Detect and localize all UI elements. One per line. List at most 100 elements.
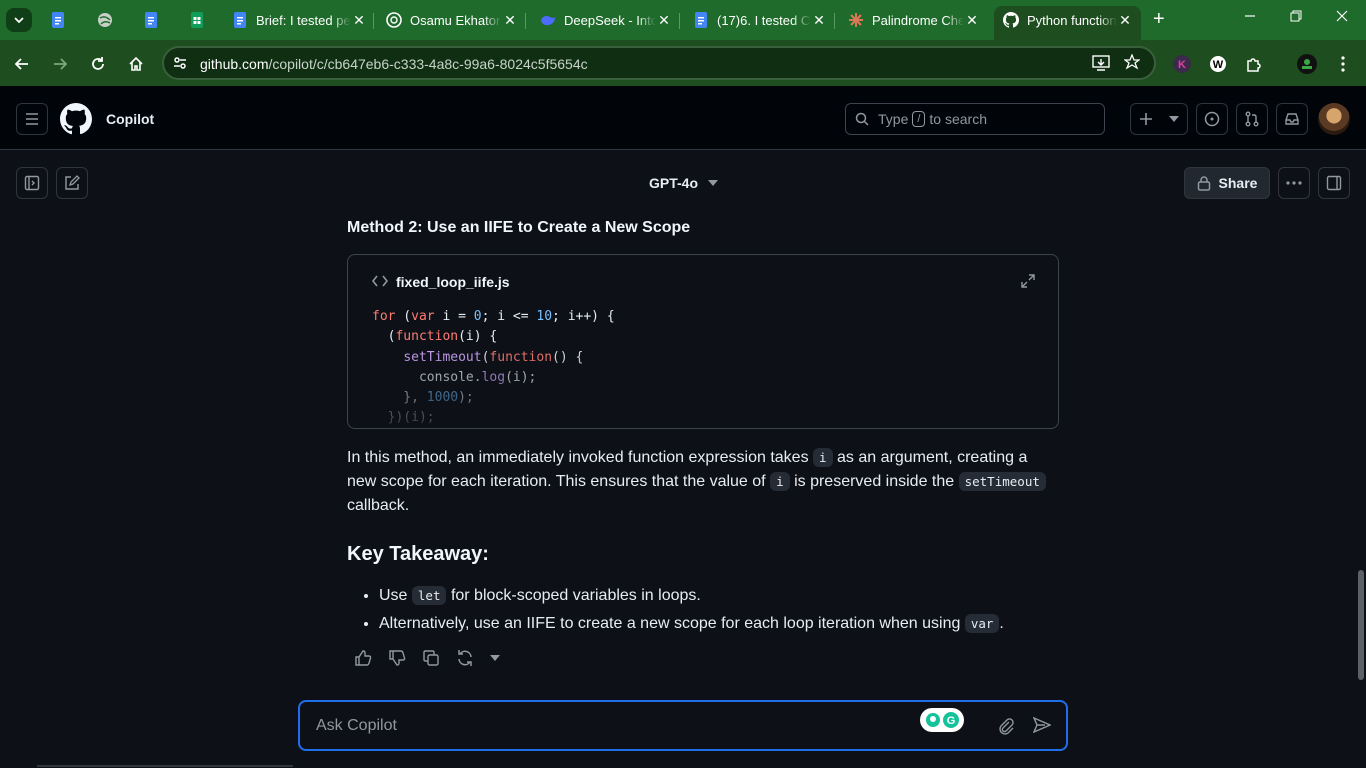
back-button[interactable] [11,53,33,75]
inline-code: let [411,586,447,605]
tab-globe[interactable] [97,6,117,34]
restore-button[interactable] [1290,10,1302,22]
svg-text:W: W [1213,59,1224,71]
tab-title: DeepSeek - Into [564,12,656,28]
forward-button[interactable] [49,53,71,75]
svg-text:G: G [946,715,955,727]
toggle-panel-button[interactable] [1318,167,1350,199]
more-options-button[interactable] [1278,167,1310,199]
pull-requests-button[interactable] [1236,103,1268,135]
kebab-horizontal-icon [1286,181,1302,185]
close-icon[interactable]: ✕ [1117,12,1133,29]
profile-avatar-icon[interactable] [1296,53,1318,75]
grammarly-tone-icon [925,713,940,727]
model-picker[interactable]: GPT-4o [649,175,719,191]
install-app-icon[interactable] [1092,55,1110,71]
url-text: github.com/copilot/c/cb647eb6-c333-4a8c-… [200,56,588,72]
hamburger-menu-button[interactable] [16,103,48,135]
regenerate-icon[interactable] [455,648,475,668]
new-conversation-button[interactable] [56,167,88,199]
inbox-icon [1285,113,1299,125]
deepseek-icon [540,12,556,28]
github-logo-icon[interactable] [60,103,92,135]
thumbs-down-icon[interactable] [387,648,407,668]
tab-search-button[interactable] [6,8,32,32]
tab-python-function-active[interactable]: Python function ✕ [1003,6,1133,34]
arrow-right-icon [54,58,68,70]
list-item: Use let for block-scoped variables in lo… [379,582,1059,610]
reload-button[interactable] [87,53,109,75]
attach-paperclip-icon[interactable] [998,717,1014,735]
inline-code: var [964,614,1000,633]
code-block: fixed_loop_iife.js for (var i = 0; i <= … [347,254,1059,429]
tab-claude[interactable]: Palindrome Che ✕ [848,6,980,34]
new-tab-button[interactable]: + [1153,8,1165,31]
browser-tab-strip: Brief: I tested pe ✕ Osamu Ekhator ✕ Dee… [0,0,1366,40]
create-new-button[interactable] [1130,103,1188,135]
caret-down-icon[interactable] [489,648,501,668]
address-bar[interactable]: github.com/copilot/c/cb647eb6-c333-4a8c-… [162,46,1156,80]
google-docs-icon [232,12,248,28]
issue-opened-icon [1204,111,1220,127]
claude-icon [848,12,864,28]
copy-icon[interactable] [421,648,441,668]
bullet-text: Alternatively, use an IIFE to create a n… [379,615,961,632]
tab-google-sheets[interactable] [189,6,209,34]
url-host: github.com [200,56,269,72]
share-button[interactable]: Share [1184,167,1270,199]
tab-osamu[interactable]: Osamu Ekhator ✕ [386,6,518,34]
issues-button[interactable] [1196,103,1228,135]
search-prefix: Type [878,111,909,127]
thumbs-up-icon[interactable] [353,648,373,668]
bullet-text: for block-scoped variables in loops. [450,587,701,604]
lock-icon [1197,176,1210,191]
page-title[interactable]: Copilot [106,111,154,127]
extensions-puzzle-icon[interactable] [1243,53,1265,75]
bookmark-star-icon[interactable] [1124,54,1140,70]
inline-code: i [770,472,790,491]
tab-deepseek[interactable]: DeepSeek - Into ✕ [540,6,672,34]
google-docs-icon [693,12,709,28]
user-avatar[interactable] [1318,103,1350,135]
grammarly-widget[interactable]: G [920,708,964,732]
scrollbar-thumb[interactable] [1358,570,1364,680]
extension-w-icon[interactable]: W [1207,53,1229,75]
message-actions [353,648,501,668]
minimize-button[interactable] [1244,10,1256,22]
pencil-square-icon [65,175,80,190]
inbox-button[interactable] [1276,103,1308,135]
tab-google-doc-1[interactable] [50,6,70,34]
divider [37,765,293,767]
home-button[interactable] [125,53,147,75]
close-icon[interactable]: ✕ [502,12,518,29]
grammarly-icon: G [942,712,959,728]
ask-copilot-input[interactable] [316,715,896,737]
close-icon[interactable]: ✕ [656,12,672,29]
site-info-icon[interactable] [172,55,188,71]
close-window-button[interactable] [1336,10,1348,22]
extension-k-icon[interactable]: K [1171,53,1193,75]
close-icon[interactable]: ✕ [964,12,980,29]
browser-menu-icon[interactable] [1332,53,1354,75]
expand-code-button[interactable] [1020,273,1036,289]
takeaway-list: Use let for block-scoped variables in lo… [379,582,1059,638]
tab-google-doc-3[interactable]: (17)6. I tested C ✕ [693,6,827,34]
git-pull-request-icon [1245,111,1259,127]
send-icon[interactable] [1033,717,1051,733]
hamburger-icon [26,113,38,125]
inline-code: setTimeout [958,472,1046,491]
tab-google-doc-2[interactable] [143,6,163,34]
close-icon[interactable]: ✕ [351,12,367,29]
close-icon[interactable]: ✕ [811,12,827,29]
scrollbar[interactable] [1357,215,1365,685]
google-docs-icon [143,12,159,28]
search-icon [855,112,869,126]
search-shortcut-key: / [912,111,926,127]
arrow-left-icon [14,58,28,70]
tab-brief[interactable]: Brief: I tested pe ✕ [232,6,367,34]
toggle-sidebar-button[interactable] [16,167,48,199]
chat-composer: G [298,700,1068,751]
sidebar-collapse-icon [1326,175,1342,191]
explanation-paragraph: In this method, an immediately invoked f… [347,446,1059,518]
search-input[interactable]: Type / to search [845,103,1105,135]
